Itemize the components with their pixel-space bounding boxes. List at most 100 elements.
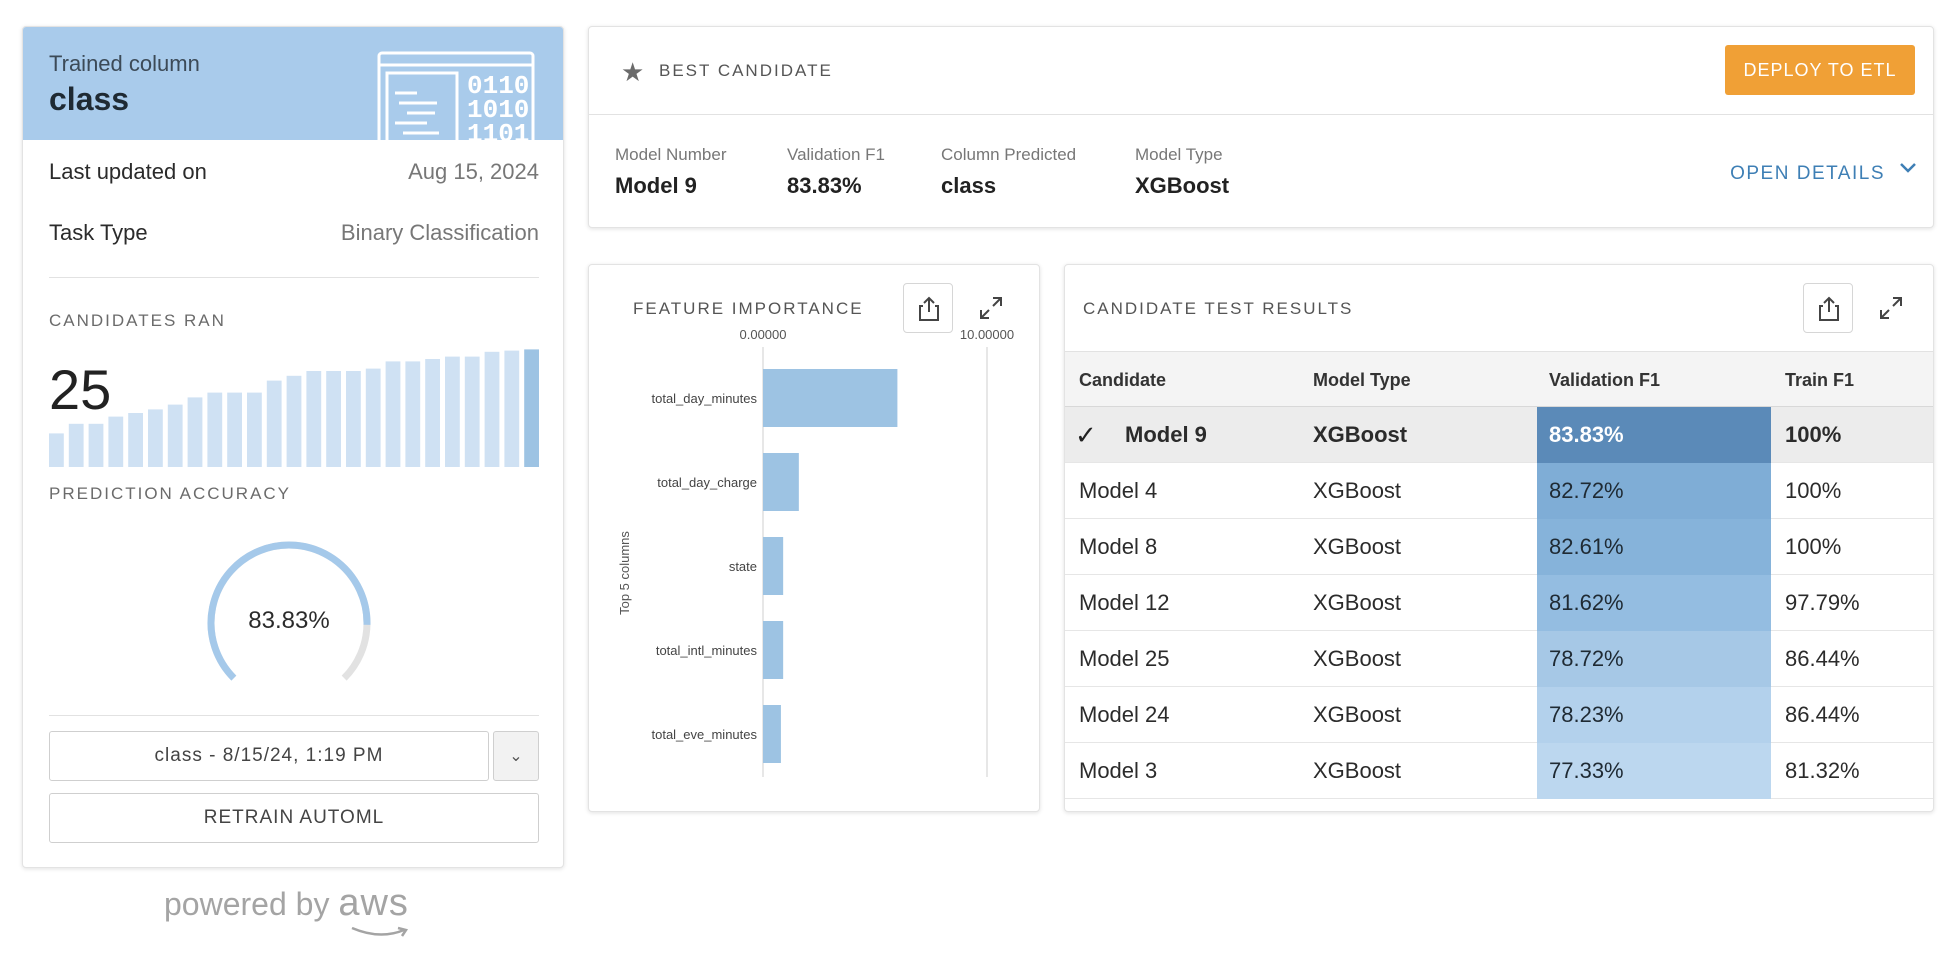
candidate-run-bar <box>326 371 341 467</box>
candidate-run-bar <box>68 423 84 467</box>
feature-importance-card: FEATURE IMPORTANCE 0.00000 10.00000 total_… <box>588 264 1040 812</box>
candidate-run-bar <box>464 356 480 467</box>
candidate-run-bar <box>108 416 124 467</box>
model-type-cell: XGBoost <box>1313 478 1402 503</box>
model-type-cell: XGBoost <box>1313 758 1402 783</box>
train-f1-cell: 100% <box>1785 422 1842 447</box>
column-header-model-type[interactable]: Model Type <box>1313 370 1411 391</box>
best-candidate-card: ★ BEST CANDIDATE DEPLOY TO ETL Model Num… <box>588 26 1934 228</box>
feature-importance-chart: 0.00000 10.00000 total_day_minutes total_da… <box>617 327 1014 777</box>
divider <box>49 715 539 716</box>
prediction-accuracy-label: PREDICTION ACCURACY <box>49 484 292 503</box>
candidate-run-bar <box>484 351 500 467</box>
chevron-down-icon[interactable] <box>1899 161 1917 179</box>
expand-icon <box>1880 297 1902 319</box>
candidate-cell: Model 9 <box>1125 422 1207 447</box>
run-select[interactable]: class - 8/15/24, 1:19 PM <box>49 731 489 781</box>
trained-column-card: Trained column class 0110 1010 1101 Last… <box>22 26 564 868</box>
candidate-run-bar <box>365 368 381 467</box>
candidate-cell: Model 3 <box>1079 758 1158 783</box>
validation-f1-cell: 78.72% <box>1537 631 1771 687</box>
task-type-value: Binary Classification <box>340 220 539 245</box>
candidate-cell: Model 25 <box>1079 646 1170 671</box>
feature-bar <box>763 453 799 511</box>
run-select-toggle[interactable]: ⌄ <box>493 731 539 781</box>
field-label: Model Type <box>1135 145 1223 164</box>
task-type-label: Task Type <box>49 220 148 245</box>
train-f1-cell: 86.44% <box>1785 702 1860 727</box>
best-candidate-header: ★ BEST CANDIDATE DEPLOY TO ETL <box>589 27 1933 115</box>
validation-f1-cell: 78.23% <box>1537 687 1771 743</box>
table-row[interactable]: Model 25 XGBoost 78.72% 86.44% <box>1065 631 1933 687</box>
aws-wordmark: aws <box>338 882 409 924</box>
open-details-link[interactable]: OPEN DETAILS <box>1730 163 1885 185</box>
trained-column-header: Trained column class 0110 1010 1101 <box>23 27 563 140</box>
binary-data-icon: 0110 1010 1101 <box>377 51 535 140</box>
feature-label: total_eve_minutes <box>651 727 757 742</box>
table-row[interactable]: Model 12 XGBoost 81.62% 97.79% <box>1065 575 1933 631</box>
feature-bar <box>763 705 781 763</box>
candidate-run-bar <box>306 371 322 467</box>
train-f1-cell: 100% <box>1785 534 1842 559</box>
table-row[interactable]: Model 24 XGBoost 78.23% 86.44% <box>1065 687 1933 743</box>
candidate-run-bar <box>405 361 421 467</box>
table-row[interactable]: Model 8 XGBoost 82.61% 100% <box>1065 519 1933 575</box>
validation-f1-cell: 82.61% <box>1537 519 1771 575</box>
train-f1-cell: 97.79% <box>1785 590 1860 615</box>
field-value: Model 9 <box>615 173 697 198</box>
powered-by-aws-logo: powered by aws <box>164 882 409 937</box>
table-row[interactable]: Model 4 XGBoost 82.72% 100% <box>1065 463 1933 519</box>
star-icon: ★ <box>621 57 645 87</box>
column-header-candidate[interactable]: Candidate <box>1079 370 1166 391</box>
prediction-accuracy-value: 83.83% <box>248 607 330 634</box>
feature-bar <box>763 537 784 595</box>
model-type-cell: XGBoost <box>1313 590 1402 615</box>
share-icon <box>919 296 939 321</box>
candidate-run-bar <box>227 392 242 467</box>
field-value: 83.83% <box>787 173 862 198</box>
train-f1-cell: 100% <box>1785 478 1842 503</box>
candidate-run-bar <box>385 361 401 467</box>
candidate-run-bar <box>207 392 223 467</box>
model-number-field: Model Number Model 9 <box>615 145 727 199</box>
model-type-cell: XGBoost <box>1313 534 1402 559</box>
table-row[interactable]: Model 3 XGBoost 77.33% 81.32% <box>1065 743 1933 799</box>
column-header-train-f1[interactable]: Train F1 <box>1785 370 1854 391</box>
candidate-run-bar <box>286 375 302 467</box>
expand-icon <box>980 297 1002 319</box>
field-label: Column Predicted <box>941 145 1077 164</box>
feature-label: total_intl_minutes <box>656 643 758 658</box>
validation-f1-field: Validation F1 83.83% <box>787 145 885 199</box>
candidate-test-results-card: CANDIDATE TEST RESULTS Candidate Model T… <box>1064 264 1934 812</box>
export-button[interactable] <box>1803 283 1853 333</box>
candidate-run-bar <box>346 371 361 467</box>
candidates-ran-label: CANDIDATES RAN <box>49 311 226 330</box>
column-header-validation-f1[interactable]: Validation F1 <box>1549 370 1660 391</box>
aws-smile-icon <box>351 926 409 937</box>
candidate-run-bar <box>49 433 64 467</box>
model-type-cell: XGBoost <box>1313 422 1408 447</box>
expand-button[interactable] <box>1865 283 1915 333</box>
last-updated-value: Aug 15, 2024 <box>408 159 539 184</box>
powered-by-text: powered by <box>164 886 330 922</box>
svg-text:1101: 1101 <box>467 119 529 140</box>
chevron-down-icon: ⌄ <box>509 748 523 765</box>
model-type-cell: XGBoost <box>1313 702 1402 727</box>
field-value: class <box>941 173 997 198</box>
candidate-cell: Model 12 <box>1079 590 1170 615</box>
deploy-to-etl-button[interactable]: DEPLOY TO ETL <box>1725 45 1915 95</box>
candidate-run-bar <box>128 413 143 467</box>
last-updated-label: Last updated on <box>49 159 207 184</box>
field-label: Model Number <box>615 145 727 164</box>
table-row[interactable]: ✓ Model 9 XGBoost 83.83% 100% <box>1065 407 1933 463</box>
candidate-run-bar <box>148 409 163 467</box>
retrain-automl-button[interactable]: RETRAIN AUTOML <box>49 793 539 843</box>
feature-label: state <box>729 559 757 574</box>
validation-f1-cell: 81.62% <box>1537 575 1771 631</box>
y-axis-label: Top 5 columns <box>617 531 632 615</box>
feature-bar <box>763 369 898 427</box>
train-f1-cell: 81.32% <box>1785 758 1860 783</box>
candidate-run-bar <box>167 404 183 467</box>
candidate-run-bar <box>266 380 282 467</box>
model-type-cell: XGBoost <box>1313 646 1402 671</box>
